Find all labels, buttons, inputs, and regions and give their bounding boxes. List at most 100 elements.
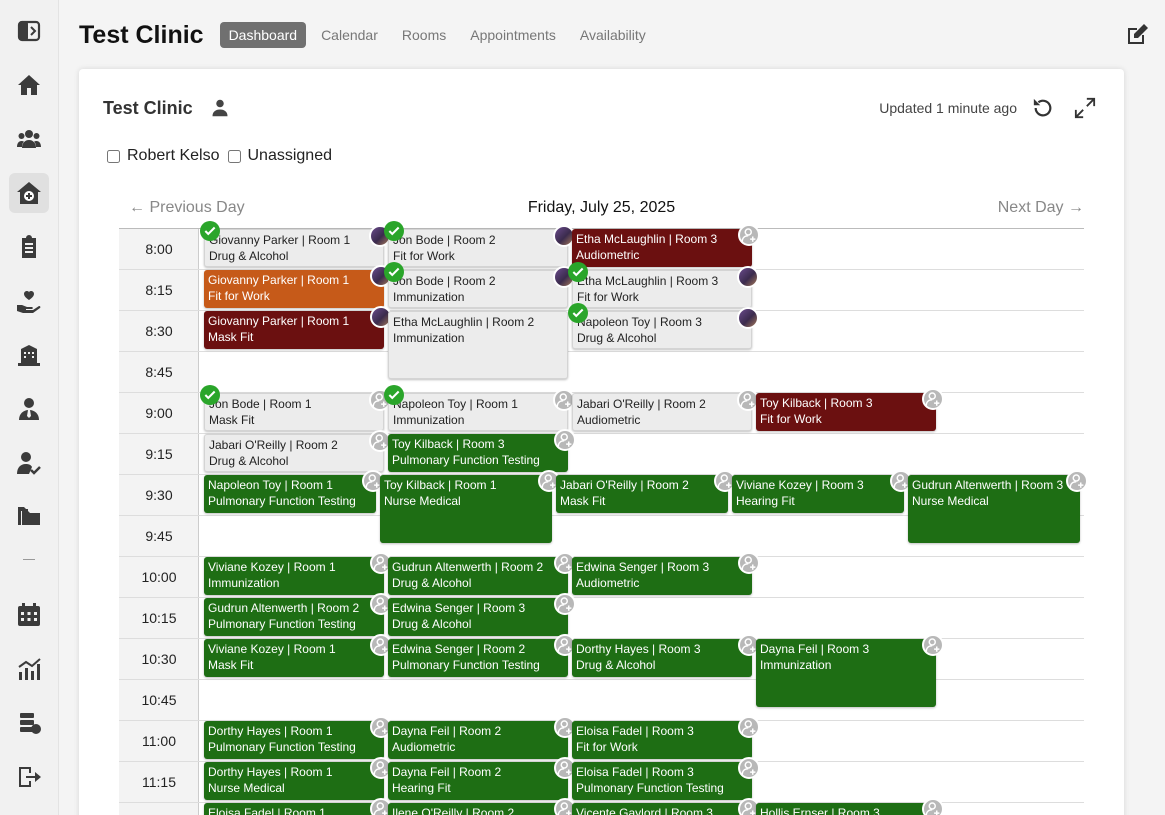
- appointment-block[interactable]: Jabari O'Reilly | Room 2 Mask Fit: [556, 470, 736, 513]
- clinic-icon[interactable]: [9, 173, 49, 213]
- assign-provider-icon[interactable]: [554, 593, 576, 615]
- appointment-block[interactable]: Jon Bode | Room 1 Mask Fit: [200, 385, 391, 431]
- unassigned-checkbox[interactable]: [227, 149, 241, 163]
- appointment-block[interactable]: Eloisa Fadel | Room 3 Pulmonary Function …: [572, 757, 760, 800]
- checked-in-icon: [200, 385, 220, 405]
- appointment-service: Pulmonary Function Testing: [392, 453, 540, 467]
- appointment-block[interactable]: Etha McLaughlin | Room 3 Audiometric: [572, 224, 760, 267]
- appointment-block[interactable]: Toy Kilback | Room 3 Fit for Work: [756, 388, 944, 431]
- appointment-block[interactable]: Jon Bode | Room 2 Immunization: [384, 262, 575, 308]
- provider-checkbox[interactable]: [107, 149, 120, 163]
- database-icon[interactable]: [9, 703, 49, 743]
- next-day-link[interactable]: Next Day →: [998, 199, 1084, 217]
- assign-provider-icon[interactable]: [738, 757, 760, 779]
- tab-dashboard[interactable]: Dashboard: [219, 22, 307, 48]
- assign-provider-icon[interactable]: [922, 798, 944, 815]
- appointment-block[interactable]: Dayna Feil | Room 2 Audiometric: [388, 716, 576, 759]
- appointment-block[interactable]: Vicente Gaylord | Room 3: [572, 798, 760, 815]
- tab-availability[interactable]: Availability: [571, 22, 655, 48]
- appointment-service: Mask Fit: [208, 330, 254, 344]
- tab-appointments[interactable]: Appointments: [461, 22, 565, 48]
- card-title: Test Clinic: [103, 98, 193, 118]
- expand-icon[interactable]: [1074, 97, 1096, 119]
- appointment-block[interactable]: Giovanny Parker | Room 1 Drug & Alcohol: [200, 221, 391, 267]
- appointment-patient-room: Jabari O'Reilly | Room 2: [209, 438, 338, 452]
- appointment-block[interactable]: Dayna Feil | Room 2 Hearing Fit: [388, 757, 576, 800]
- appointment-block[interactable]: Jon Bode | Room 2 Fit for Work: [384, 221, 575, 267]
- hand-heart-icon[interactable]: [9, 281, 49, 321]
- appointment-service: Audiometric: [577, 413, 641, 427]
- appointment-block[interactable]: Hollis Ernser | Room 3: [756, 798, 944, 815]
- users-icon[interactable]: [9, 119, 49, 159]
- assign-provider-icon[interactable]: [554, 429, 576, 451]
- appointment-block[interactable]: Dorthy Hayes | Room 1 Nurse Medical: [204, 757, 392, 800]
- checked-in-icon: [384, 221, 404, 241]
- appointment-block[interactable]: Toy Kilback | Room 1 Nurse Medical: [380, 470, 560, 543]
- appointment-block[interactable]: Viviane Kozey | Room 1 Mask Fit: [204, 634, 392, 677]
- assign-provider-icon[interactable]: [922, 388, 944, 410]
- appointment-block[interactable]: Viviane Kozey | Room 1 Immunization: [204, 552, 392, 595]
- chart-icon[interactable]: [9, 649, 49, 689]
- appointment-block[interactable]: Dorthy Hayes | Room 3 Drug & Alcohol: [572, 634, 760, 677]
- appointment-block[interactable]: Eloisa Fadel | Room 3 Fit for Work: [572, 716, 760, 759]
- updated-status: Updated 1 minute ago: [879, 100, 1017, 116]
- filter-provider[interactable]: Robert Kelso: [107, 147, 220, 165]
- folders-icon[interactable]: [9, 497, 49, 537]
- appointment-block[interactable]: Edwina Senger | Room 3 Audiometric: [572, 552, 760, 595]
- appointment-block[interactable]: Jabari O'Reilly | Room 2 Audiometric: [572, 389, 759, 431]
- calendar-icon[interactable]: [9, 595, 49, 635]
- appointment-block[interactable]: Napoleon Toy | Room 1 Pulmonary Function …: [204, 470, 384, 513]
- assign-provider-icon[interactable]: [1066, 470, 1088, 492]
- appointment-block[interactable]: Dorthy Hayes | Room 1 Pulmonary Function …: [204, 716, 392, 759]
- user-tie-icon[interactable]: [9, 389, 49, 429]
- appointment-block[interactable]: Edwina Senger | Room 2 Pulmonary Function…: [388, 634, 576, 677]
- appointment-block[interactable]: Napoleon Toy | Room 1 Immunization: [384, 385, 575, 431]
- edit-icon[interactable]: [1125, 23, 1149, 47]
- tab-calendar[interactable]: Calendar: [312, 22, 387, 48]
- building-icon[interactable]: [9, 335, 49, 375]
- checked-in-icon: [200, 221, 220, 241]
- appointment-block[interactable]: Toy Kilback | Room 3 Pulmonary Function T…: [388, 429, 576, 472]
- appointment-block[interactable]: Edwina Senger | Room 3 Drug & Alcohol: [388, 593, 576, 636]
- appointment-block[interactable]: Gudrun Altenwerth | Room 3 Nurse Medical: [908, 470, 1088, 543]
- assign-provider-icon[interactable]: [738, 224, 760, 246]
- assign-provider-icon[interactable]: [738, 552, 760, 574]
- provider-avatar[interactable]: [737, 307, 759, 329]
- appointment-service: Drug & Alcohol: [577, 331, 657, 345]
- appointment-block[interactable]: Gudrun Altenwerth | Room 2 Pulmonary Func…: [204, 593, 392, 636]
- provider-avatar[interactable]: [737, 266, 759, 288]
- appointment-patient-room: Jon Bode | Room 2: [393, 233, 496, 247]
- appointment-patient-room: Dorthy Hayes | Room 1: [208, 724, 333, 738]
- appointment-patient-room: Eloisa Fadel | Room 3: [576, 724, 694, 738]
- schedule-grid: 8:00 8:15 8:30 8:45 9:00 9:15 9:30 9:45 10:00 10:…: [119, 221, 1088, 815]
- appointment-block[interactable]: Giovanny Parker | Room 1 Mask Fit: [204, 306, 392, 349]
- appointment-patient-room: Dorthy Hayes | Room 3: [576, 642, 701, 656]
- logout-icon[interactable]: [9, 757, 49, 797]
- appointment-block[interactable]: Gudrun Altenwerth | Room 2 Drug & Alcohol: [388, 552, 576, 595]
- appointment-block[interactable]: Etha McLaughlin | Room 2 Immunization: [388, 311, 568, 379]
- user-check-icon[interactable]: [9, 443, 49, 483]
- time-label: 11:00: [142, 733, 176, 749]
- provider-icon[interactable]: [211, 99, 229, 117]
- filter-unassigned[interactable]: Unassigned: [227, 147, 332, 165]
- assign-provider-icon[interactable]: [738, 716, 760, 738]
- checked-in-icon: [568, 262, 588, 282]
- appointment-block[interactable]: Viviane Kozey | Room 3 Hearing Fit: [732, 470, 912, 513]
- appointment-block[interactable]: Eloisa Fadel | Room 1: [204, 798, 392, 815]
- appointment-block[interactable]: Giovanny Parker | Room 1 Fit for Work: [204, 265, 392, 308]
- appointment-service: Mask Fit: [208, 658, 254, 672]
- home-icon[interactable]: [9, 65, 49, 105]
- appointment-block[interactable]: Dayna Feil | Room 3 Immunization: [756, 634, 944, 707]
- appointment-block[interactable]: Etha McLaughlin | Room 3 Fit for Work: [568, 262, 759, 308]
- appointment-service: Nurse Medical: [208, 781, 285, 795]
- sidebar-toggle-icon[interactable]: [9, 11, 49, 51]
- appointment-patient-room: Jabari O'Reilly | Room 2: [560, 478, 689, 492]
- appointment-block[interactable]: Jabari O'Reilly | Room 2 Drug & Alcohol: [204, 430, 391, 472]
- refresh-icon[interactable]: [1032, 97, 1054, 119]
- appointment-block[interactable]: Napoleon Toy | Room 3 Drug & Alcohol: [568, 303, 759, 349]
- assign-provider-icon[interactable]: [922, 634, 944, 656]
- tab-rooms[interactable]: Rooms: [393, 22, 455, 48]
- time-column: [119, 228, 199, 815]
- appointment-block[interactable]: Ilene O'Reilly | Room 2: [388, 798, 576, 815]
- clipboard-icon[interactable]: [9, 227, 49, 267]
